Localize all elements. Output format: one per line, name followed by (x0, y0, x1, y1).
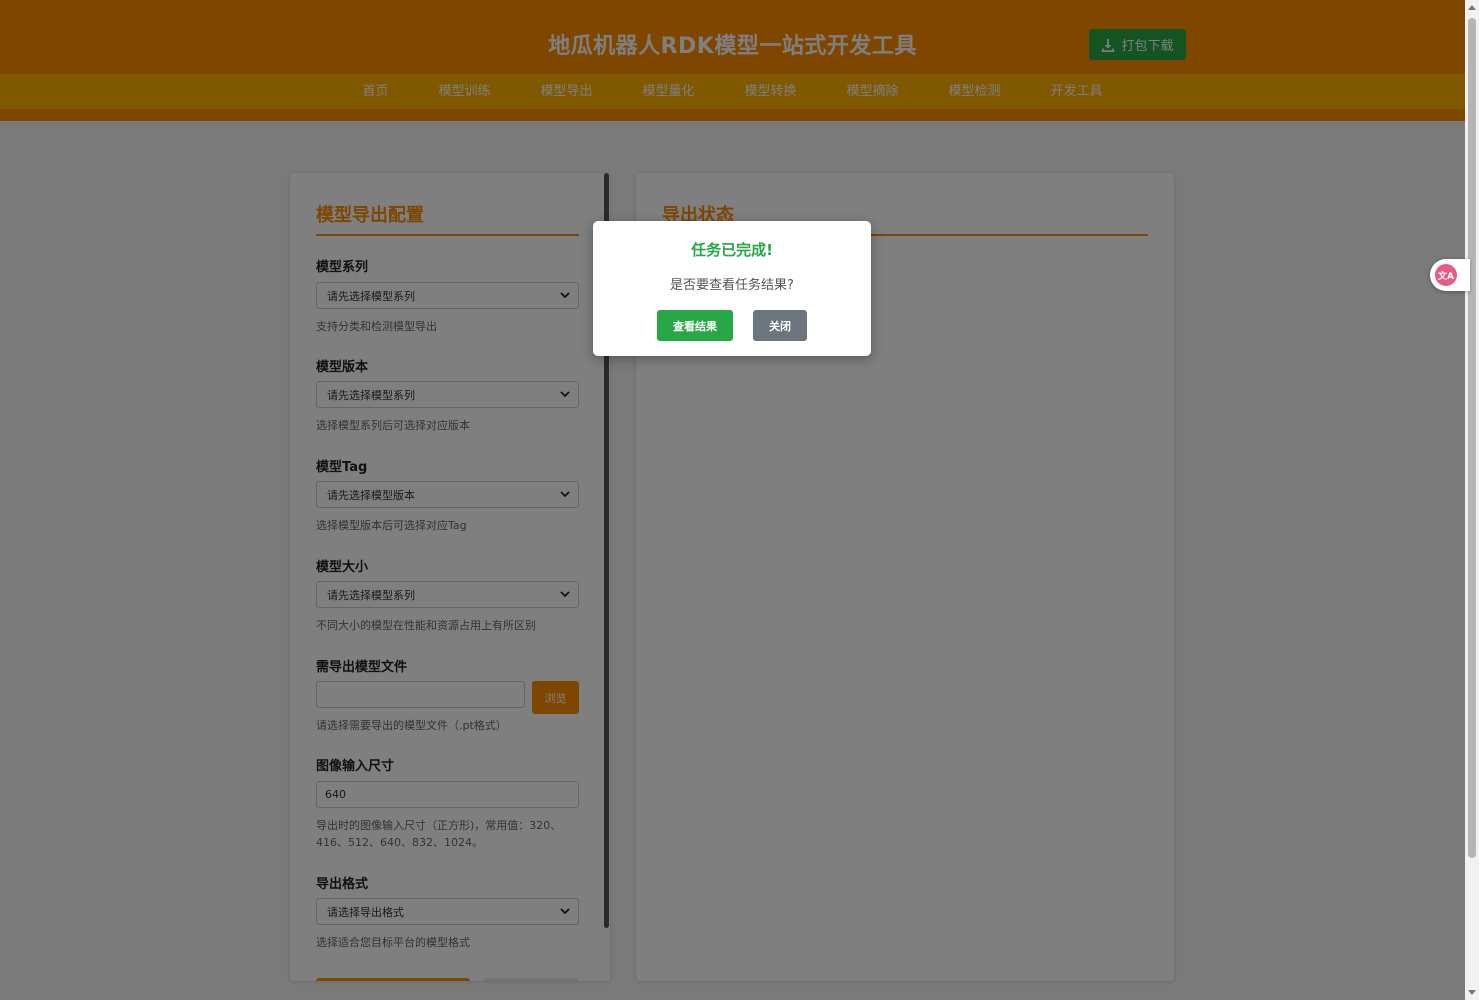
page-scroll-thumb[interactable] (1468, 18, 1476, 858)
translate-icon: 文A (1435, 264, 1457, 286)
dialog-message: 是否要查看任务结果? (670, 278, 794, 293)
task-complete-dialog: 任务已完成! 是否要查看任务结果? 查看结果 关闭 (593, 221, 871, 356)
translate-widget[interactable]: 文A (1430, 259, 1470, 291)
page-scrollbar[interactable] (1465, 0, 1479, 1000)
scroll-down-icon[interactable] (1468, 990, 1476, 995)
close-dialog-button[interactable]: 关闭 (753, 310, 807, 341)
dialog-title: 任务已完成! (691, 241, 773, 259)
view-result-button[interactable]: 查看结果 (657, 310, 733, 341)
modal-backdrop[interactable] (0, 0, 1465, 1000)
scroll-up-icon[interactable] (1468, 5, 1476, 10)
